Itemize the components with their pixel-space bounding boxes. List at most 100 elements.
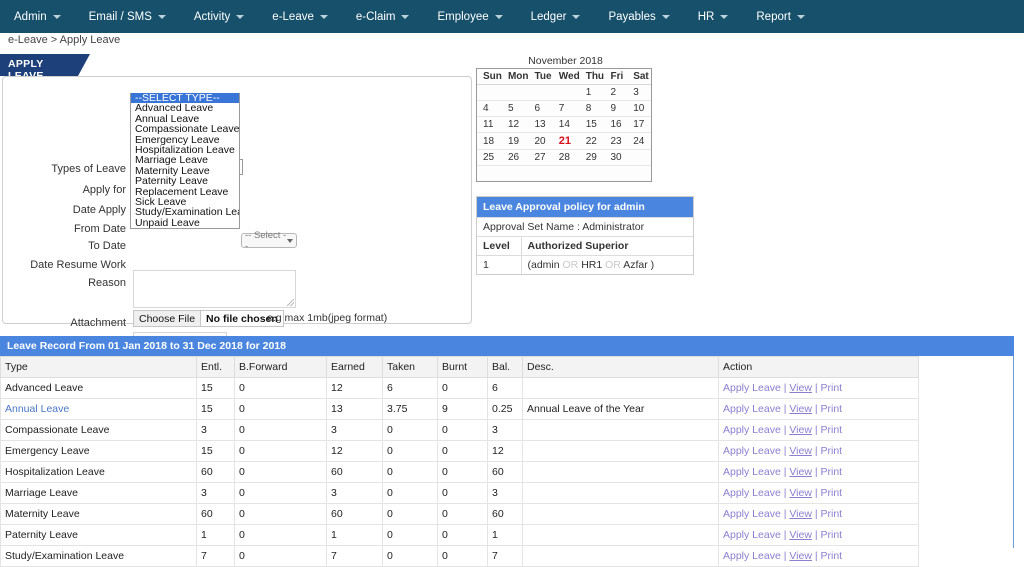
calendar-day-cell[interactable]: 16 bbox=[604, 116, 628, 133]
dropdown-option[interactable]: Annual Leave bbox=[131, 114, 239, 124]
dropdown-option[interactable]: Sick Leave bbox=[131, 197, 239, 207]
print-link[interactable]: Print bbox=[821, 382, 843, 394]
choose-file-button[interactable]: Choose File bbox=[134, 311, 202, 326]
calendar-day-cell[interactable]: 21 bbox=[552, 132, 580, 150]
dropdown-option[interactable]: Maternity Leave bbox=[131, 166, 239, 176]
print-link[interactable]: Print bbox=[821, 403, 843, 415]
apply-leave-link[interactable]: Apply Leave bbox=[723, 466, 781, 478]
calendar-day-cell[interactable]: 2 bbox=[604, 84, 628, 101]
calendar-day-cell[interactable]: 15 bbox=[579, 116, 605, 133]
dropdown-option[interactable]: Marriage Leave bbox=[131, 155, 239, 165]
cell-leave-type[interactable]: Annual Leave bbox=[0, 398, 197, 420]
attachment-file-input[interactable]: Choose File No file chosen bbox=[133, 310, 284, 327]
policy-table: Level Authorized Superior 1 (admin OR HR1… bbox=[477, 236, 693, 274]
apply-leave-link[interactable]: Apply Leave bbox=[723, 424, 781, 436]
nav-item-e-claim[interactable]: e-Claim bbox=[342, 0, 424, 33]
calendar-widget[interactable]: Sun Mon Tue Wed Thu Fri Sat 1 2 3 4 5 6 7 8 9 10 11 12 13 1… bbox=[476, 68, 652, 182]
calendar-day-cell[interactable]: 25 bbox=[477, 149, 502, 166]
apply-leave-link[interactable]: Apply Leave bbox=[723, 487, 781, 499]
print-link[interactable]: Print bbox=[821, 487, 843, 499]
print-link[interactable]: Print bbox=[821, 445, 843, 457]
calendar-body[interactable]: 1 2 3 4 5 6 7 8 9 10 11 12 13 14 15 16 17 18 19 20 21 22 23 24 2… bbox=[477, 84, 651, 166]
nav-item-admin[interactable]: Admin bbox=[0, 0, 75, 33]
dropdown-option[interactable]: --SELECT TYPE-- bbox=[131, 93, 239, 104]
calendar-day-cell[interactable]: 5 bbox=[501, 100, 529, 117]
nav-item-e-leave[interactable]: e-Leave bbox=[258, 0, 342, 33]
resize-grip-icon[interactable] bbox=[287, 299, 294, 306]
calendar-day-cell[interactable]: 28 bbox=[552, 149, 580, 166]
calendar-day-cell[interactable]: 11 bbox=[477, 116, 502, 133]
calendar-day-cell[interactable]: 22 bbox=[579, 132, 605, 150]
view-link[interactable]: View bbox=[789, 445, 812, 457]
calendar-day-cell[interactable]: 27 bbox=[528, 149, 553, 166]
calendar-day-cell[interactable]: 29 bbox=[579, 149, 605, 166]
view-link[interactable]: View bbox=[789, 550, 812, 562]
view-link[interactable]: View bbox=[789, 466, 812, 478]
calendar-day-cell[interactable]: 14 bbox=[552, 116, 580, 133]
view-link[interactable]: View bbox=[789, 529, 812, 541]
cell-balance: 60 bbox=[487, 503, 523, 525]
print-link[interactable]: Print bbox=[821, 529, 843, 541]
nav-item-email-sms[interactable]: Email / SMS bbox=[75, 0, 180, 33]
calendar-empty-cell bbox=[627, 149, 651, 166]
table-row: Marriage Leave 3 0 3 0 0 3 Apply Leave | View |… bbox=[0, 482, 919, 504]
view-link[interactable]: View bbox=[789, 508, 812, 520]
calendar-day-cell[interactable]: 26 bbox=[501, 149, 529, 166]
calendar-day-cell[interactable]: 13 bbox=[528, 116, 553, 133]
calendar-day-cell[interactable]: 24 bbox=[627, 132, 651, 150]
nav-item-employee[interactable]: Employee bbox=[423, 0, 516, 33]
nav-item-hr[interactable]: HR bbox=[684, 0, 743, 33]
calendar-day-cell[interactable]: 23 bbox=[604, 132, 628, 150]
print-link[interactable]: Print bbox=[821, 550, 843, 562]
apply-leave-link[interactable]: Apply Leave bbox=[723, 382, 781, 394]
dropdown-option[interactable]: Study/Examination Leave bbox=[131, 207, 239, 217]
calendar-day-cell[interactable]: 1 bbox=[579, 84, 605, 101]
to-date-half-day-select[interactable]: -- Select -- bbox=[241, 230, 297, 252]
apply-leave-link[interactable]: Apply Leave bbox=[723, 445, 781, 457]
print-link[interactable]: Print bbox=[821, 466, 843, 478]
calendar-day-cell[interactable]: 18 bbox=[477, 132, 502, 150]
calendar-day-cell[interactable]: 7 bbox=[552, 100, 580, 117]
reason-textarea[interactable] bbox=[133, 270, 296, 308]
calendar-day-cell[interactable]: 20 bbox=[528, 132, 553, 150]
cell-entitlement: 1 bbox=[196, 524, 235, 546]
view-link[interactable]: View bbox=[789, 487, 812, 499]
calendar-day-cell[interactable]: 10 bbox=[627, 100, 651, 117]
calendar-day-cell[interactable]: 3 bbox=[627, 84, 651, 101]
view-link[interactable]: View bbox=[789, 424, 812, 436]
print-link[interactable]: Print bbox=[821, 508, 843, 520]
calendar-day-cell[interactable]: 6 bbox=[528, 100, 553, 117]
calendar-day-cell[interactable]: 19 bbox=[501, 132, 529, 150]
chevron-down-icon bbox=[796, 14, 805, 19]
calendar-day-cell[interactable]: 12 bbox=[501, 116, 529, 133]
calendar-day-cell[interactable]: 17 bbox=[627, 116, 651, 133]
nav-item-payables[interactable]: Payables bbox=[594, 0, 683, 33]
apply-leave-link[interactable]: Apply Leave bbox=[723, 508, 781, 520]
apply-leave-link[interactable]: Apply Leave bbox=[723, 403, 781, 415]
dropdown-option[interactable]: Paternity Leave bbox=[131, 176, 239, 186]
policy-superior-1: (admin bbox=[527, 259, 563, 271]
nav-item-activity[interactable]: Activity bbox=[180, 0, 258, 33]
nav-item-ledger[interactable]: Ledger bbox=[517, 0, 595, 33]
dropdown-option[interactable]: Emergency Leave bbox=[131, 135, 239, 145]
calendar-day-cell[interactable]: 8 bbox=[579, 100, 605, 117]
calendar-day-cell[interactable]: 30 bbox=[604, 149, 628, 166]
dropdown-option[interactable]: Unpaid Leave bbox=[131, 218, 239, 228]
cell-action: Apply Leave | View | Print bbox=[718, 377, 919, 399]
calendar-day-cell[interactable]: 4 bbox=[477, 100, 502, 117]
action-separator: | bbox=[811, 529, 821, 541]
view-link[interactable]: View bbox=[789, 403, 812, 415]
view-link[interactable]: View bbox=[789, 382, 812, 394]
dropdown-option[interactable]: Compassionate Leave bbox=[131, 124, 239, 134]
apply-leave-link[interactable]: Apply Leave bbox=[723, 550, 781, 562]
types-of-leave-dropdown-list[interactable]: --SELECT TYPE-- Advanced Leave Annual Leav… bbox=[130, 93, 240, 230]
dropdown-option[interactable]: Advanced Leave bbox=[131, 103, 239, 113]
nav-item-report[interactable]: Report bbox=[742, 0, 819, 33]
dropdown-option[interactable]: Hospitalization Leave bbox=[131, 145, 239, 155]
calendar-day-cell[interactable]: 9 bbox=[604, 100, 628, 117]
cell-earned: 3 bbox=[326, 482, 383, 504]
apply-leave-link[interactable]: Apply Leave bbox=[723, 529, 781, 541]
nav-item-label: e-Claim bbox=[355, 10, 396, 23]
dropdown-option[interactable]: Replacement Leave bbox=[131, 187, 239, 197]
print-link[interactable]: Print bbox=[821, 424, 843, 436]
